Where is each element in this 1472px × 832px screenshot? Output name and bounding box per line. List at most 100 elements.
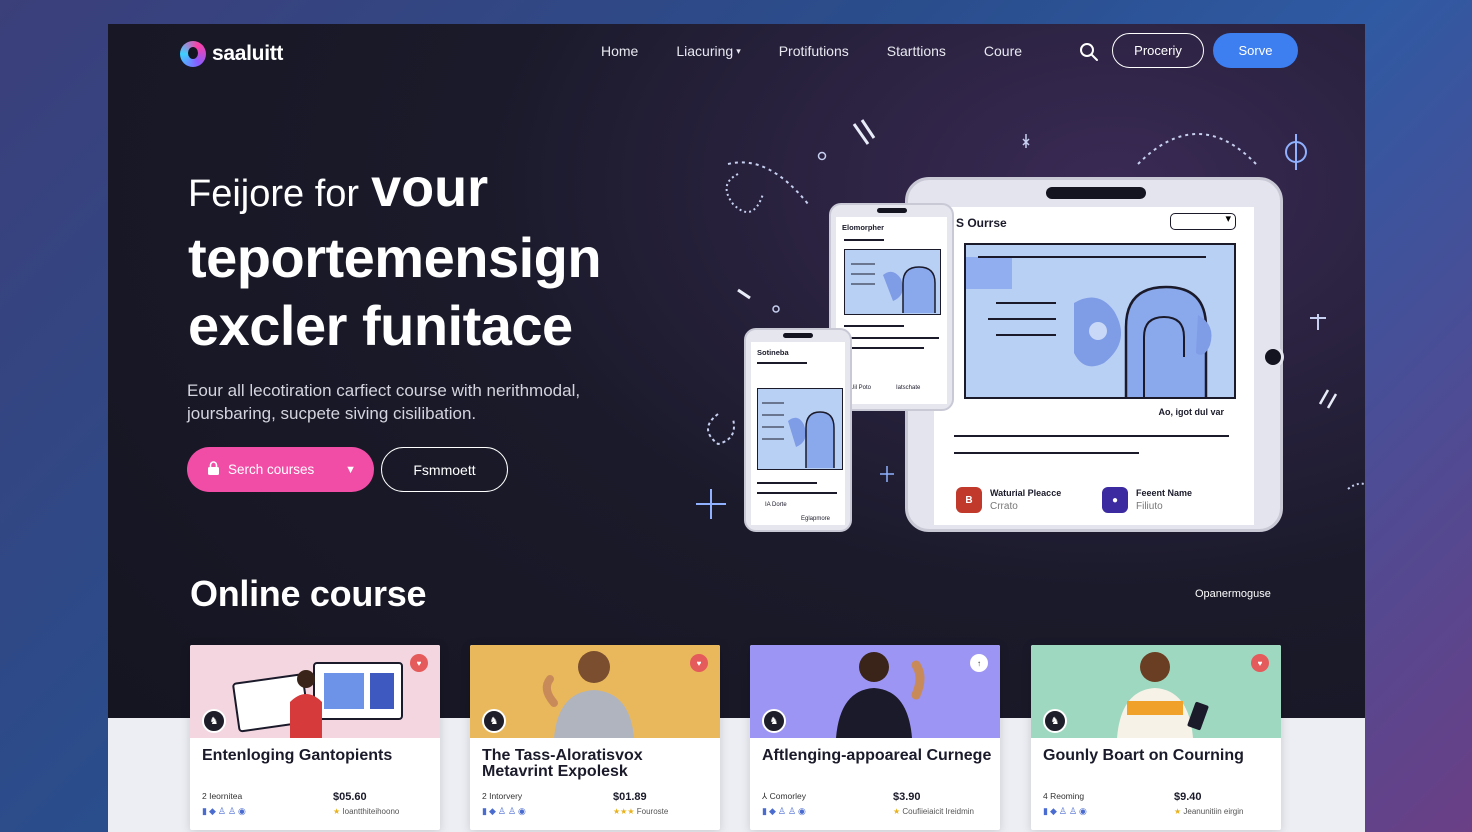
course-price: $9.40 — [1174, 791, 1202, 803]
category-icon: ♞ — [202, 709, 226, 733]
share-badge-icon[interactable]: ↑ — [970, 654, 988, 672]
tablet-user-1[interactable]: B Waturial Pleacce Crrato — [956, 487, 1061, 513]
hero-title-line2: teportemensign — [188, 226, 602, 289]
category-icon: ♞ — [1043, 709, 1067, 733]
phone-speaker — [876, 208, 907, 213]
hero-title: Feijore for vour teportemensign excler fu… — [188, 157, 708, 359]
tablet-text-line — [954, 452, 1139, 454]
login-button[interactable]: Proceriy — [1112, 33, 1204, 68]
favorite-badge-icon[interactable]: ♥ — [690, 654, 708, 672]
tablet-user-2[interactable]: ● Feeent Name Filiuto — [1102, 487, 1192, 513]
course-thumbnail: ♥ ♞ — [1031, 645, 1281, 738]
phone-screen: Sotineba IA Dorte Eglapmore — [751, 342, 845, 525]
phone-title: Sotineba — [757, 348, 789, 357]
chevron-down-icon: ▼ — [345, 463, 356, 476]
phone-text-line — [844, 325, 904, 327]
course-card[interactable]: ↑ ♞ Aftlenging-appoareal Curnege ⅄ Comor… — [750, 645, 1000, 830]
user-icon: ⅄ — [762, 791, 768, 801]
phone-mockup-left: Sotineba IA Dorte Eglapmore — [744, 328, 852, 532]
course-meta: 2 Ieornitea — [202, 791, 243, 801]
nav-item-learning[interactable]: Liacuring ▾ — [676, 43, 740, 59]
course-rating: ★ Coufiieiaicit Ireidmin — [893, 807, 974, 816]
nav-item-learning-label: Liacuring — [676, 43, 734, 59]
phone-footer-2: Iatschate — [896, 385, 921, 391]
illustration-figure — [966, 256, 1212, 397]
phone-text-line — [757, 482, 817, 484]
course-rating: ★★★ Fouroste — [613, 807, 668, 816]
phone-title: Elomorpher — [842, 223, 885, 232]
course-thumbnail: ↑ ♞ — [750, 645, 1000, 738]
course-meta: 4 Reoming — [1043, 791, 1085, 801]
nav-item-course[interactable]: Coure — [984, 43, 1022, 59]
tablet-text-line — [954, 435, 1229, 437]
tablet-user-1-name: Waturial Pleacce — [990, 488, 1062, 498]
phone-screen: Elomorpher Uil Poto Iatschate — [836, 217, 947, 404]
course-title: Entenloging Gantopients — [202, 747, 393, 764]
course-meta: ⅄ Comorley — [762, 791, 806, 802]
course-card[interactable]: ♥ ♞ Gounly Boart on Courning 4 Reoming $… — [1031, 645, 1281, 830]
course-title: Gounly Boart on Courning — [1043, 747, 1244, 764]
tablet-mockup: S Ourrse Ao, igot dul var — [905, 177, 1284, 532]
signup-button[interactable]: Sorve — [1213, 33, 1298, 68]
course-title: The Tass-Aloratisvox Metavrint Expolesk — [482, 747, 643, 780]
view-all-link[interactable]: Opanermoguse — [1195, 588, 1271, 600]
feature-icons: ▮◆♙♙◉ — [1043, 806, 1089, 816]
tablet-home-button — [1262, 346, 1284, 368]
nav-item-productions[interactable]: Protifutions — [779, 43, 849, 59]
phone-footer-1: Uil Poto — [850, 385, 872, 391]
main-nav: Home Liacuring ▾ Protifutions Starttions … — [601, 43, 1060, 59]
tablet-caption: Ao, igot dul var — [1158, 407, 1224, 417]
tablet-notch — [1046, 187, 1146, 199]
nav-item-home[interactable]: Home — [601, 43, 638, 59]
tablet-screen: S Ourrse Ao, igot dul var — [934, 207, 1254, 525]
course-title: Aftlenging-appoareal Curnege — [762, 747, 992, 764]
course-meta: 2 Intorvery — [482, 791, 523, 801]
phone-text-line — [757, 492, 837, 494]
rating-label: Coufiieiaicit Ireidmin — [902, 807, 974, 816]
favorite-badge-icon[interactable]: ♥ — [410, 654, 428, 672]
phone-illustration — [757, 388, 843, 470]
hero-title-bold: vour — [371, 158, 489, 218]
category-icon: ♞ — [762, 709, 786, 733]
tablet-illustration — [964, 243, 1236, 399]
phone-footer-2: Eglapmore — [801, 516, 831, 522]
course-thumbnail: ♥ ♞ — [190, 645, 440, 738]
star-icon: ★★★ — [613, 807, 635, 816]
rating-label: Jeanunitiin eirgin — [1183, 807, 1244, 816]
course-meta-label: Comorley — [769, 791, 806, 801]
phone-illustration — [844, 249, 941, 315]
rating-label: Ioantthiteihoono — [342, 807, 400, 816]
phone-text-line — [844, 239, 884, 241]
course-card[interactable]: ♥ ♞ Entenloging Gantopients 2 Ieornitea … — [190, 645, 440, 830]
brand-logo[interactable]: saaluitt — [180, 41, 283, 67]
course-rating: ★ Ioantthiteihoono — [333, 807, 399, 816]
course-card[interactable]: ♥ ♞ The Tass-Aloratisvox Metavrint Expol… — [470, 645, 720, 830]
phone-text-line — [844, 347, 924, 349]
hero-title-line3: excler funitace — [188, 294, 573, 357]
search-courses-label: Serch courses — [228, 462, 315, 477]
chevron-down-icon: ▾ — [736, 45, 741, 56]
course-rating: ★ Jeanunitiin eirgin — [1174, 807, 1243, 816]
nav-item-stations[interactable]: Starttions — [887, 43, 946, 59]
feature-icons: ▮◆♙♙◉ — [202, 806, 248, 816]
search-courses-button[interactable]: Serch courses ▼ — [187, 447, 374, 492]
tablet-title: S Ourrse — [956, 216, 1007, 230]
tablet-select — [1170, 212, 1236, 230]
tablet-user-2-role: Filiuto — [1136, 501, 1163, 512]
feature-icons: ▮◆♙♙◉ — [482, 806, 528, 816]
section-title: Online course — [190, 573, 427, 614]
star-icon: ★ — [1174, 807, 1182, 816]
phone-speaker — [783, 333, 813, 338]
course-price: $3.90 — [893, 791, 921, 803]
search-icon[interactable] — [1079, 42, 1099, 62]
user-avatar: ● — [1102, 487, 1128, 513]
favorite-badge-icon[interactable]: ♥ — [1251, 654, 1269, 672]
logo-mark-icon — [180, 41, 206, 67]
course-price: $01.89 — [613, 791, 647, 803]
secondary-cta-button[interactable]: Fsmmoett — [381, 447, 508, 492]
star-icon: ★ — [333, 807, 341, 816]
hero-title-light: Feijore for — [188, 173, 360, 215]
phone-text-line — [757, 362, 807, 364]
star-icon: ★ — [893, 807, 901, 816]
tablet-user-1-role: Crrato — [990, 501, 1018, 512]
